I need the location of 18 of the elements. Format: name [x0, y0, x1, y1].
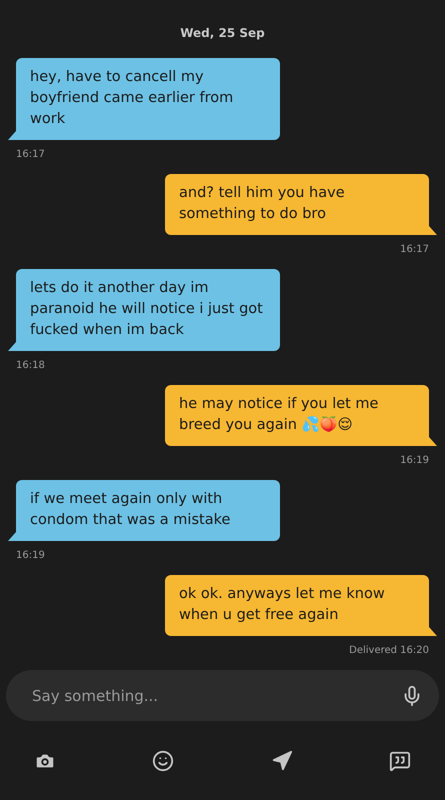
message-time: 16:17 [16, 149, 45, 160]
message-field[interactable]: Say something... [6, 670, 439, 722]
message-time: 16:19 [16, 550, 45, 561]
received-message: lets do it another day im paranoid he will notice i just got fucked when im back [8, 269, 280, 351]
date-header: Wed, 25 Sep [180, 26, 265, 40]
sent-message: ok ok. anyways let me know when u get free again [165, 575, 437, 636]
sent-message: and? tell him you have something to do bro [165, 174, 437, 235]
received-message: if we meet again only with condom that was a mistake [8, 480, 280, 541]
message-time: 16:17 [400, 244, 429, 255]
quote-button[interactable] [388, 750, 411, 772]
received-message: hey, have to cancell my boyfriend came earlier from work [8, 58, 280, 140]
message-input[interactable]: Say something... [30, 686, 401, 706]
message-time: Delivered 16:20 [349, 645, 429, 656]
emoji-button[interactable] [152, 750, 174, 772]
message-time: 16:18 [16, 360, 45, 371]
message-time: 16:19 [400, 455, 429, 466]
sent-message: he may notice if you let me breed you again 💦🍑😌 [165, 385, 437, 446]
send-button[interactable] [270, 750, 293, 772]
